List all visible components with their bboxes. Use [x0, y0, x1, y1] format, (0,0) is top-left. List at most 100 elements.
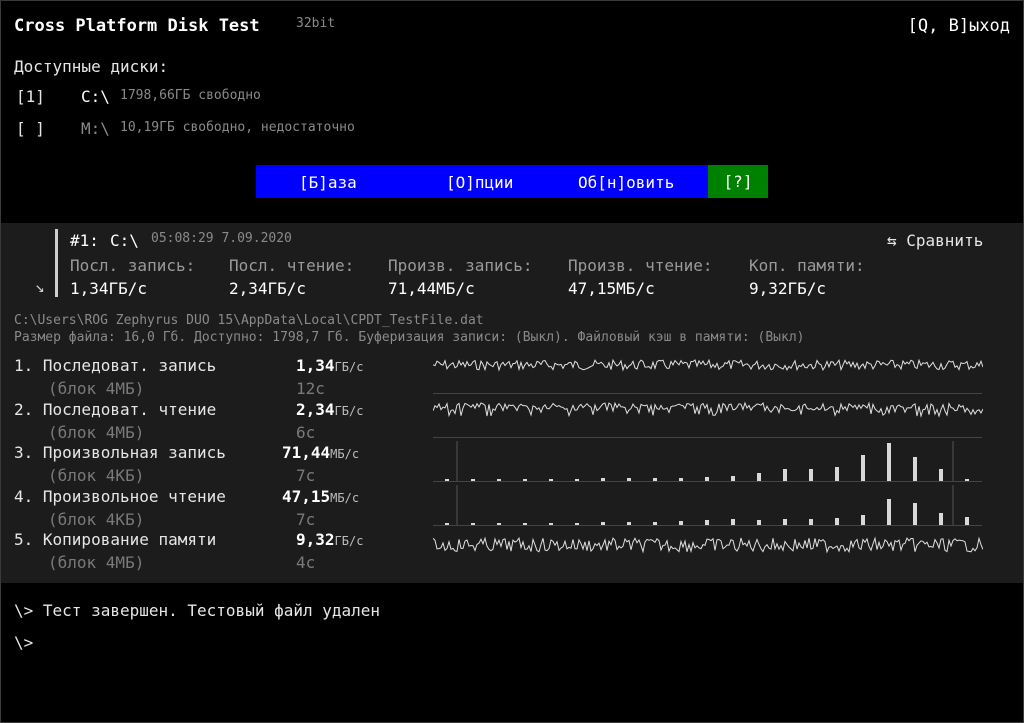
graph-bar: [471, 523, 475, 525]
test-unit: МБ/с: [330, 491, 360, 505]
graph-bar: [731, 519, 735, 525]
graph-bar: [653, 522, 657, 525]
graph-bar: [861, 515, 865, 525]
result-id: #1:: [70, 231, 99, 250]
col-value-rnd-read: 47,15МБ/с: [568, 279, 655, 298]
test-unit: МБ/с: [330, 447, 360, 461]
graph-bar: [809, 519, 813, 525]
test-time: 12с: [296, 379, 325, 398]
graph-separator: [433, 393, 982, 394]
menu-options[interactable]: [О]пции: [446, 173, 513, 192]
graph-bar: [679, 478, 683, 481]
test-value: 1,34: [296, 356, 335, 375]
graph-bar: [601, 522, 605, 525]
test-unit: ГБ/с: [334, 404, 364, 418]
graph-bar: [497, 479, 501, 481]
exit-button[interactable]: [Q, В]ыход: [908, 16, 1010, 36]
graph-bar: [627, 522, 631, 525]
app-title: Cross Platform Disk Test: [14, 16, 260, 36]
graph-bar: [861, 455, 865, 481]
test-result: 9,32ГБ/с: [296, 530, 363, 549]
graph-bar: [887, 499, 891, 525]
graph-bar: [627, 478, 631, 481]
col-value-seq-read: 2,34ГБ/с: [229, 279, 307, 298]
graph-bar: [445, 523, 449, 525]
test-value: 71,44: [282, 443, 331, 462]
expand-arrow-icon[interactable]: ↘: [35, 277, 45, 296]
console-prompt[interactable]: \>: [14, 633, 33, 652]
graph-bar: [653, 478, 657, 481]
graph-bar: [497, 523, 501, 525]
rnd-write-graph: [445, 441, 969, 481]
col-label-seq-write: Посл. запись:: [70, 256, 196, 275]
result-divider: [55, 229, 58, 297]
graph-bar: [549, 479, 553, 481]
graph-bar: [705, 520, 709, 525]
graph-bar: [471, 479, 475, 481]
compare-button[interactable]: ⇆ Сравнить: [887, 231, 983, 250]
test-value: 47,15: [282, 487, 331, 506]
graph-line: [433, 536, 983, 554]
graph-bar: [549, 523, 553, 525]
col-value-mem-copy: 9,32ГБ/с: [749, 279, 827, 298]
test-result: 1,34ГБ/с: [296, 356, 363, 375]
seq-write-graph: [433, 358, 983, 372]
test-file-path: C:\Users\ROG Zephyrus DUO 15\AppData\Loc…: [14, 313, 484, 328]
graph-bar: [913, 457, 917, 481]
graph-bar: [445, 479, 449, 481]
test-name: 5. Копирование памяти: [14, 530, 217, 549]
graph-bar: [601, 478, 605, 481]
graph-line: [433, 358, 983, 372]
graph-separator: [433, 437, 982, 438]
graph-bar: [575, 523, 579, 525]
graph-bar: [523, 479, 527, 481]
graph-bar: [523, 523, 527, 525]
graph-bar: [757, 473, 761, 481]
test-name: 3. Произвольная запись: [14, 443, 226, 462]
col-value-seq-write: 1,34ГБ/с: [70, 279, 148, 298]
rnd-read-graph: [445, 485, 969, 525]
test-value: 9,32: [296, 530, 335, 549]
menu-base[interactable]: [Б]аза: [299, 173, 357, 192]
col-label-mem-copy: Коп. памяти:: [749, 256, 865, 275]
graph-bar: [731, 476, 735, 481]
graph-bar: [783, 469, 787, 481]
graph-bar: [913, 503, 917, 525]
graph-bar: [679, 521, 683, 525]
result-drive: C:\: [110, 231, 139, 250]
graph-bar: [965, 479, 969, 481]
test-block: (блок 4МБ): [48, 423, 145, 442]
test-name: 1. Последоват. запись: [14, 356, 217, 375]
disk-marker: [1]: [16, 87, 45, 106]
result-panel: ↘ #1: C:\ 05:08:29 7.09.2020 ⇆ Сравнить …: [1, 223, 1023, 583]
bitness-label: 32bit: [296, 16, 336, 31]
test-unit: ГБ/с: [334, 534, 364, 548]
test-value: 2,34: [296, 400, 335, 419]
col-label-seq-read: Посл. чтение:: [229, 256, 355, 275]
graph-bar: [887, 443, 891, 481]
col-value-rnd-write: 71,44МБ/с: [388, 279, 475, 298]
disk-name: M:\: [81, 119, 110, 138]
test-unit: ГБ/с: [334, 360, 364, 374]
test-block: (блок 4КБ): [48, 466, 145, 485]
test-time: 4с: [296, 553, 316, 572]
main-menu: [Б]аза [О]пции Об[н]овить [?]: [256, 165, 768, 198]
disks-label: Доступные диски:: [14, 57, 169, 76]
menu-refresh[interactable]: Об[н]овить: [578, 173, 674, 192]
disk-name: C:\: [81, 87, 110, 106]
seq-read-graph: [433, 401, 983, 418]
test-time: 7с: [296, 510, 316, 529]
mem-copy-graph: [433, 536, 983, 554]
graph-bar: [835, 518, 839, 525]
graph-bar: [965, 517, 969, 525]
col-label-rnd-read: Произв. чтение:: [568, 256, 713, 275]
test-block: (блок 4МБ): [48, 553, 145, 572]
graph-bar: [939, 469, 943, 481]
test-time: 6с: [296, 423, 316, 442]
disk-marker: [ ]: [16, 119, 45, 138]
graph-bar: [809, 469, 813, 481]
test-meta: Размер файла: 16,0 Гб. Доступно: 1798,7 …: [14, 330, 805, 345]
menu-help[interactable]: [?]: [708, 165, 768, 198]
graph-bar: [783, 519, 787, 525]
disk-info: 1798,66ГБ свободно: [120, 88, 261, 103]
